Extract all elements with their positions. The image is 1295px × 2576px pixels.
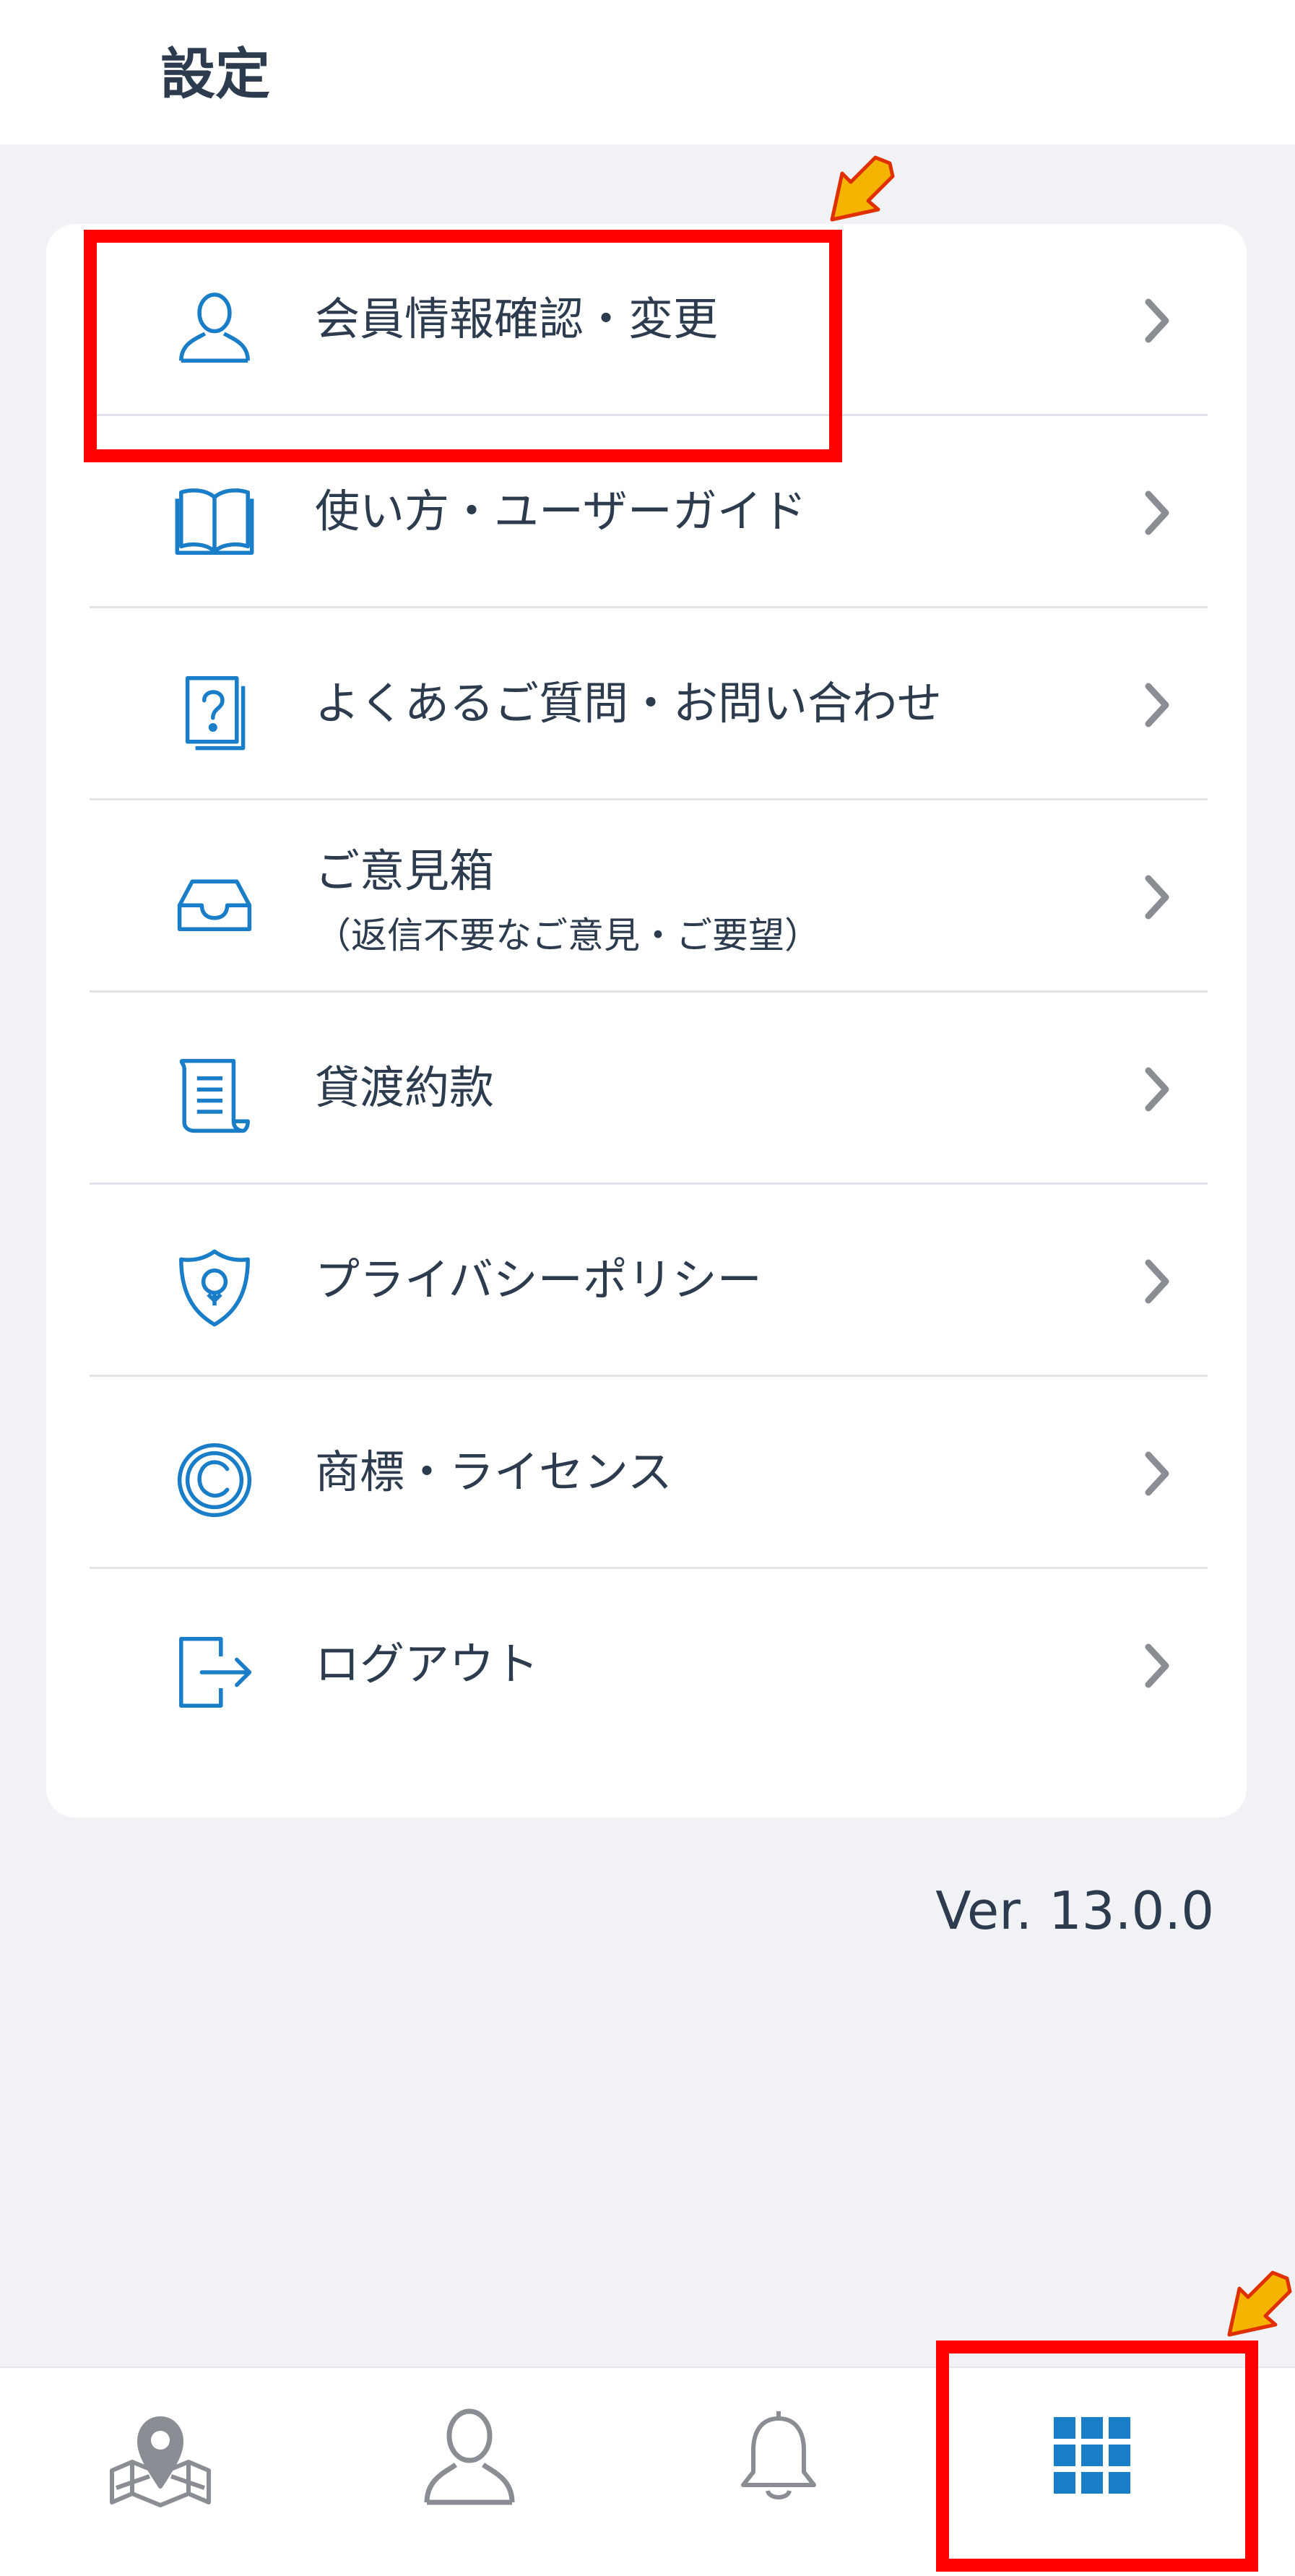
menu-item-rental-terms[interactable]: 貸渡約款 (90, 993, 1208, 1185)
logout-icon (175, 1633, 254, 1712)
menu-item-sublabel: （返信不要なご意見・ご要望） (315, 915, 820, 956)
menu-item-user-guide[interactable]: 使い方・ユーザーガイド (90, 416, 1208, 608)
tab-notifications[interactable] (620, 2368, 937, 2576)
copyright-icon (175, 1440, 254, 1520)
tab-menu[interactable] (933, 2368, 1251, 2576)
chevron-right-icon (1130, 1638, 1184, 1693)
user-icon (415, 2401, 524, 2510)
chevron-right-icon (1130, 293, 1184, 348)
tab-map[interactable] (1, 2368, 319, 2576)
inbox-tray-icon (175, 864, 254, 943)
menu-item-faq[interactable]: よくあるご質問・お問い合わせ (90, 608, 1208, 800)
map-pin-icon (106, 2401, 215, 2510)
user-icon (175, 288, 254, 367)
menu-item-label: 使い方・ユーザーガイド (315, 485, 807, 537)
menu-item-label: 商標・ライセンス (315, 1445, 672, 1498)
chevron-right-icon (1130, 1446, 1184, 1501)
header: 設定 (0, 0, 1295, 144)
menu-item-label: 会員情報確認・変更 (315, 293, 719, 345)
settings-menu-card: 会員情報確認・変更 使い方・ユーザーガイド よくあるご質問・お問い合わせ ご意見… (46, 224, 1247, 1818)
chevron-right-icon (1130, 870, 1184, 925)
menu-item-feedback-box[interactable]: ご意見箱 （返信不要なご意見・ご要望） (90, 800, 1208, 993)
menu-item-trademark-license[interactable]: 商標・ライセンス (90, 1377, 1208, 1569)
version-label: Ver. 13.0.0 (935, 1880, 1214, 1941)
tab-account[interactable] (311, 2368, 628, 2576)
bottom-tab-bar (0, 2367, 1295, 2576)
menu-item-privacy-policy[interactable]: プライバシーポリシー (90, 1185, 1208, 1377)
page-title: 設定 (160, 42, 270, 106)
scroll-document-icon (175, 1056, 254, 1136)
chevron-right-icon (1130, 1062, 1184, 1117)
book-icon (175, 480, 254, 559)
menu-item-label: ご意見箱 (315, 844, 495, 897)
chevron-right-icon (1130, 485, 1184, 540)
annotation-arrow-icon (1221, 2268, 1293, 2341)
annotation-arrow-icon (823, 153, 896, 225)
menu-item-member-info[interactable]: 会員情報確認・変更 (90, 224, 1208, 416)
shield-icon (175, 1248, 254, 1328)
chevron-right-icon (1130, 1254, 1184, 1309)
menu-item-label: よくあるご質問・お問い合わせ (315, 677, 943, 730)
menu-item-label: 貸渡約款 (315, 1061, 495, 1114)
menu-item-logout[interactable]: ログアウト (90, 1569, 1208, 1761)
faq-icon (175, 672, 254, 751)
grid-menu-icon (1038, 2401, 1146, 2510)
menu-item-label: プライバシーポリシー (315, 1253, 762, 1306)
chevron-right-icon (1130, 678, 1184, 732)
bell-icon (724, 2401, 833, 2510)
menu-item-label: ログアウト (315, 1638, 540, 1690)
